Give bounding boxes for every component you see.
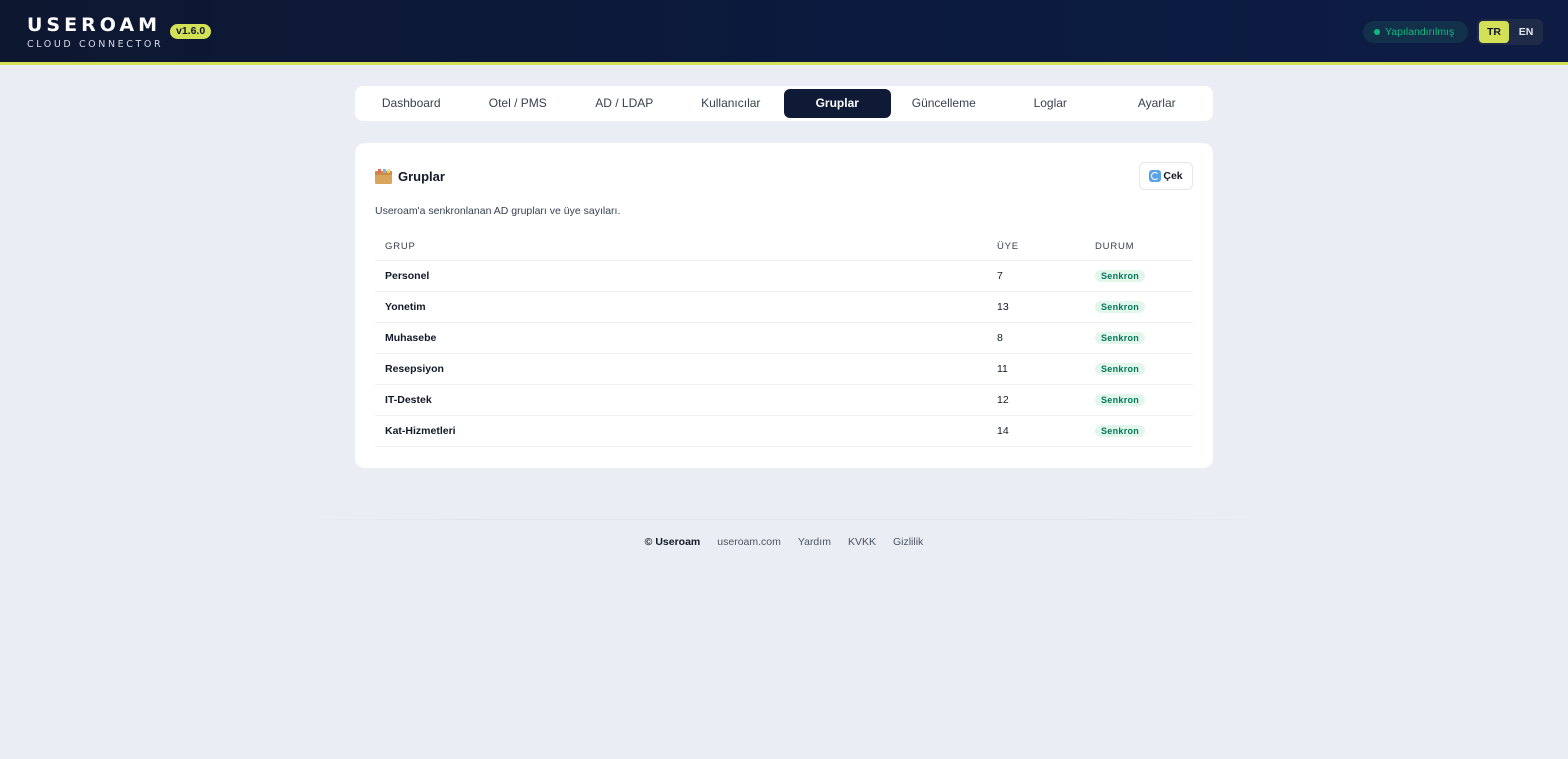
status-cell: Senkron <box>1095 394 1193 406</box>
lang-button-tr[interactable]: TR <box>1479 21 1509 43</box>
language-toggle: TR EN <box>1477 19 1543 45</box>
version-badge: v1.6.0 <box>170 24 212 39</box>
footer-link-privacy[interactable]: Gizlilik <box>893 536 923 548</box>
tab-gruplar[interactable]: Gruplar <box>784 89 891 118</box>
table-row[interactable]: Personel 7 Senkron <box>375 261 1193 292</box>
status-badge: Senkron <box>1095 301 1146 313</box>
status-badge: Senkron <box>1095 363 1146 375</box>
footer-brand: © Useroam <box>644 536 701 548</box>
card-description: Useroam'a senkronlanan AD grupları ve üy… <box>375 205 621 217</box>
status-cell: Senkron <box>1095 425 1193 437</box>
member-count: 11 <box>997 363 1008 375</box>
tab-loglar[interactable]: Loglar <box>997 89 1104 118</box>
member-count: 8 <box>997 332 1003 344</box>
member-count: 12 <box>997 394 1009 406</box>
group-name: Resepsiyon <box>385 363 444 375</box>
group-name: Yonetim <box>385 301 426 313</box>
top-header: USEROAM CLOUD CONNECTOR v1.6.0 Yapılandı… <box>0 0 1568 65</box>
groups-card: Gruplar Çek Useroam'a senkronlanan AD gr… <box>355 143 1213 468</box>
footer-link-website[interactable]: useroam.com <box>717 536 781 548</box>
refresh-icon <box>1149 170 1162 182</box>
status-cell: Senkron <box>1095 301 1193 313</box>
tab-ayarlar[interactable]: Ayarlar <box>1104 89 1211 118</box>
member-count: 13 <box>997 301 1009 313</box>
column-header-durum[interactable]: DURUM <box>1095 237 1193 260</box>
card-title: Gruplar <box>398 169 445 184</box>
logo-subtitle: CLOUD CONNECTOR <box>27 39 164 50</box>
refresh-button[interactable]: Çek <box>1139 162 1193 190</box>
group-name: IT-Destek <box>385 394 432 406</box>
table-row[interactable]: IT-Destek 12 Senkron <box>375 385 1193 416</box>
member-count: 14 <box>997 425 1009 437</box>
logo: USEROAM CLOUD CONNECTOR <box>27 14 163 50</box>
column-header-uye[interactable]: ÜYE <box>997 237 1095 260</box>
tab-kullanicilar[interactable]: Kullanıcılar <box>678 89 785 118</box>
column-header-grup[interactable]: GRUP <box>375 237 997 260</box>
table-row[interactable]: Yonetim 13 Senkron <box>375 292 1193 323</box>
folder-icon <box>375 169 392 184</box>
status-badge: Senkron <box>1095 270 1146 282</box>
status-text: Yapılandırılmış <box>1385 26 1455 38</box>
status-badge: Senkron <box>1095 332 1146 344</box>
table-row[interactable]: Muhasebe 8 Senkron <box>375 323 1193 354</box>
member-count: 7 <box>997 270 1003 282</box>
status-dot-icon <box>1374 29 1380 35</box>
table-header: GRUP ÜYE DURUM <box>375 237 1193 261</box>
group-name: Personel <box>385 270 430 282</box>
table-row[interactable]: Kat-Hizmetleri 14 Senkron <box>375 416 1193 447</box>
footer: © Useroam useroam.com Yardım KVKK Gizlil… <box>0 536 1568 548</box>
groups-table: GRUP ÜYE DURUM Personel 7 Senkron Yoneti… <box>375 237 1193 447</box>
main-tabs: Dashboard Otel / PMS AD / LDAP Kullanıcı… <box>355 86 1213 121</box>
status-cell: Senkron <box>1095 332 1193 344</box>
status-badge: Senkron <box>1095 425 1146 437</box>
footer-link-kvkk[interactable]: KVKK <box>848 536 876 548</box>
tab-otel-pms[interactable]: Otel / PMS <box>465 89 572 118</box>
status-pill: Yapılandırılmış <box>1363 21 1468 43</box>
footer-divider <box>290 519 1278 520</box>
lang-button-en[interactable]: EN <box>1511 21 1541 43</box>
refresh-button-label: Çek <box>1163 170 1183 182</box>
tab-dashboard[interactable]: Dashboard <box>358 89 465 118</box>
status-cell: Senkron <box>1095 363 1193 375</box>
footer-link-help[interactable]: Yardım <box>798 536 831 548</box>
group-name: Kat-Hizmetleri <box>385 425 456 437</box>
group-name: Muhasebe <box>385 332 437 344</box>
logo-wordmark: USEROAM <box>27 14 161 36</box>
status-badge: Senkron <box>1095 394 1146 406</box>
tab-ad-ldap[interactable]: AD / LDAP <box>571 89 678 118</box>
status-cell: Senkron <box>1095 270 1193 282</box>
table-row[interactable]: Resepsiyon 11 Senkron <box>375 354 1193 385</box>
tab-guncelleme[interactable]: Güncelleme <box>891 89 998 118</box>
